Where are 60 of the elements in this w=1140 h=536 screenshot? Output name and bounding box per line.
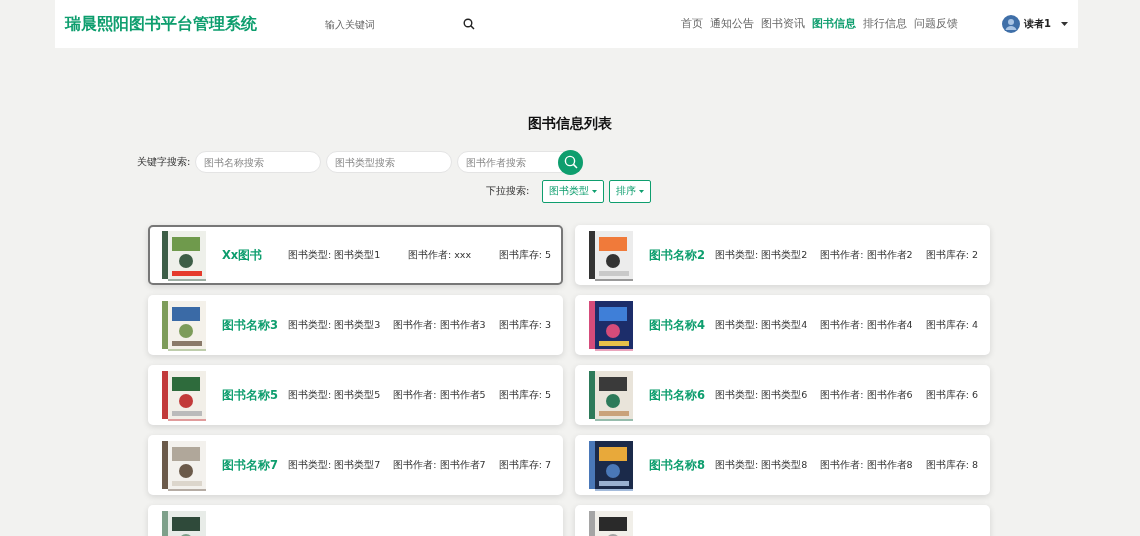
book-stock: 图书库存: 5 (498, 248, 551, 262)
book-stock: 图书库存: 7 (498, 458, 551, 472)
search-button[interactable] (558, 149, 584, 175)
search-field[interactable]: 图书类型搜索 (326, 151, 453, 173)
book-card[interactable]: 图书名称7 图书类型: 图书类型7 图书作者: 图书作者7 图书库存: 7 (148, 435, 563, 495)
book-stock: 图书库存: 6 (925, 388, 978, 402)
book-card[interactable]: 图书名称6 图书类型: 图书类型6 图书作者: 图书作者6 图书库存: 6 (575, 365, 990, 425)
book-title[interactable]: 图书名称5 (222, 387, 288, 403)
site-logo[interactable]: 瑞晨熙阳图书平台管理系统 (65, 13, 257, 35)
book-stock: 图书库存: 5 (498, 388, 551, 402)
book-type: 图书类型: 图书类型6 (715, 388, 808, 402)
book-author: 图书作者: xxx (407, 248, 472, 262)
book-author: 图书作者: 图书作者7 (393, 458, 486, 472)
book-type: 图书类型: 图书类型4 (715, 318, 808, 332)
dropdown-button[interactable]: 排序 (609, 179, 652, 203)
book-card[interactable]: 图书名称8 图书类型: 图书类型8 图书作者: 图书作者8 图书库存: 8 (575, 435, 990, 495)
book-author: 图书作者: 图书作者6 (820, 388, 913, 402)
book-title[interactable]: 图书名称3 (222, 317, 288, 333)
book-title[interactable]: Xx图书 (222, 247, 288, 263)
search-icon[interactable] (463, 18, 475, 30)
book-author: 图书作者: 图书作者3 (393, 318, 486, 332)
book-title[interactable]: 图书名称6 (649, 387, 715, 403)
caret-icon[interactable] (1061, 22, 1068, 26)
nav-link[interactable]: 首页 (681, 17, 704, 31)
search-label: 关键字搜索: (137, 155, 191, 169)
page-title: 图书信息列表 (527, 114, 613, 132)
book-author: 图书作者: 图书作者4 (820, 318, 913, 332)
book-title[interactable]: 图书名称8 (649, 457, 715, 473)
book-card[interactable]: 图书名称5 图书类型: 图书类型5 图书作者: 图书作者5 图书库存: 5 (148, 365, 563, 425)
dropdown-label: 下拉搜索: (486, 184, 530, 198)
nav-link[interactable]: 图书信息 (812, 17, 857, 31)
book-title[interactable]: 图书名称4 (649, 317, 715, 333)
book-type: 图书类型: 图书类型2 (715, 248, 808, 262)
book-author: 图书作者: 图书作者8 (820, 458, 913, 472)
dropdown-button[interactable]: 图书类型 (542, 179, 605, 203)
book-title[interactable]: 图书名称2 (649, 247, 715, 263)
book-card[interactable]: Xx图书 图书类型: 图书类型1 图书作者: xxx 图书库存: 5 (148, 225, 563, 285)
user-name[interactable]: 读者1 (1024, 17, 1051, 31)
nav-link[interactable]: 图书资讯 (761, 17, 806, 31)
search-field[interactable]: 输入关键词 (317, 18, 457, 30)
book-type: 图书类型: 图书类型5 (288, 388, 381, 402)
search-field[interactable]: 图书名称搜索 (195, 151, 322, 173)
book-stock: 图书库存: 3 (498, 318, 551, 332)
book-stock: 图书库存: 4 (925, 318, 978, 332)
book-author: 图书作者: 图书作者2 (820, 248, 913, 262)
book-type: 图书类型: 图书类型8 (715, 458, 808, 472)
book-stock: 图书库存: 2 (925, 248, 978, 262)
avatar-icon[interactable] (1002, 15, 1021, 33)
book-type: 图书类型: 图书类型7 (288, 458, 381, 472)
nav-link[interactable]: 通知公告 (710, 17, 755, 31)
book-author: 图书作者: 图书作者5 (393, 388, 486, 402)
book-title[interactable]: 图书名称7 (222, 457, 288, 473)
book-type: 图书类型: 图书类型1 (288, 248, 381, 262)
nav-link[interactable]: 排行信息 (863, 17, 908, 31)
book-card[interactable]: 图书名称3 图书类型: 图书类型3 图书作者: 图书作者3 图书库存: 3 (148, 295, 563, 355)
nav-link[interactable]: 问题反馈 (914, 17, 959, 31)
book-card[interactable]: 图书名称2 图书类型: 图书类型2 图书作者: 图书作者2 图书库存: 2 (575, 225, 990, 285)
book-card[interactable]: 图书名称4 图书类型: 图书类型4 图书作者: 图书作者4 图书库存: 4 (575, 295, 990, 355)
book-type: 图书类型: 图书类型3 (288, 318, 381, 332)
book-stock: 图书库存: 8 (925, 458, 978, 472)
